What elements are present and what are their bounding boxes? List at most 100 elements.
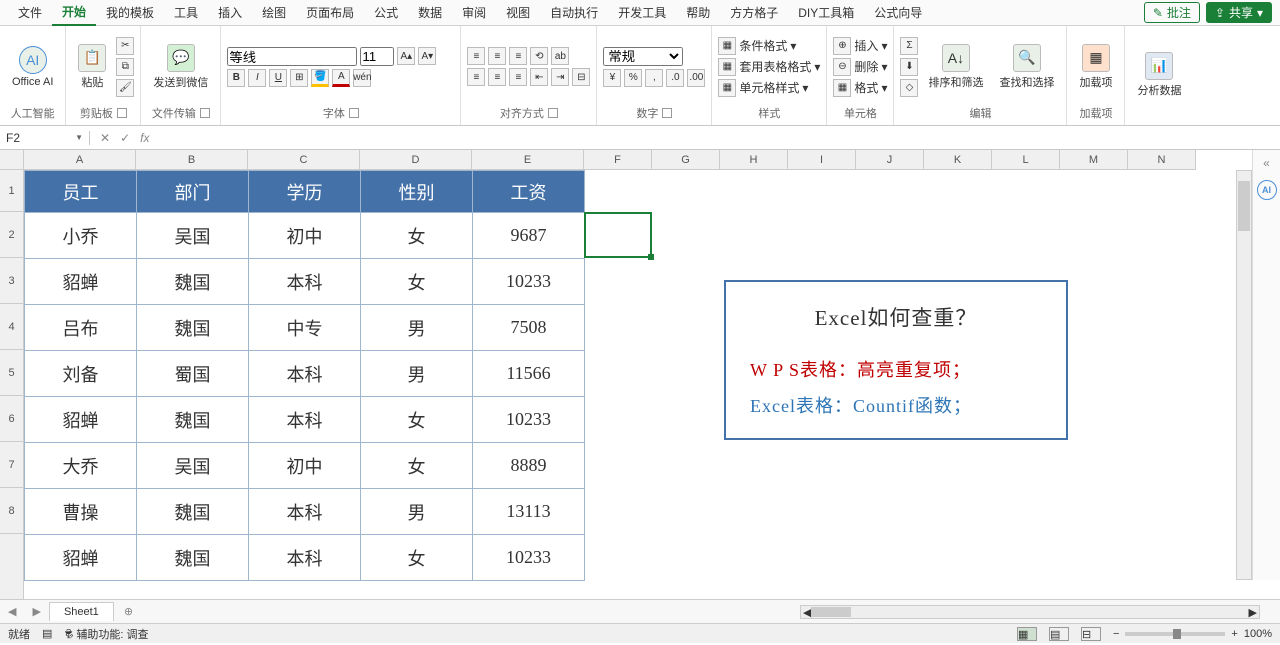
fill-handle[interactable] bbox=[648, 254, 654, 260]
zoom-control[interactable]: − + 100% bbox=[1113, 628, 1272, 640]
menu-automate[interactable]: 自动执行 bbox=[540, 0, 608, 25]
wechat-dialog-icon[interactable] bbox=[200, 108, 210, 118]
sheet-nav-next-icon[interactable]: ▶ bbox=[24, 605, 48, 618]
menu-home[interactable]: 开始 bbox=[52, 0, 96, 26]
table-row[interactable]: 小乔吴国初中女9687 bbox=[25, 213, 585, 259]
cut-icon[interactable]: ✂ bbox=[116, 37, 134, 55]
italic-icon[interactable]: I bbox=[248, 69, 266, 87]
accessibility-status[interactable]: 🕏 辅助功能: 调查 bbox=[64, 623, 148, 645]
cell[interactable]: 貂蝉 bbox=[25, 535, 137, 581]
cell[interactable]: 貂蝉 bbox=[25, 259, 137, 305]
menu-formulas[interactable]: 公式 bbox=[364, 0, 408, 25]
cell[interactable]: 男 bbox=[361, 305, 473, 351]
copy-icon[interactable]: ⧉ bbox=[116, 58, 134, 76]
row-header-3[interactable]: 3 bbox=[0, 258, 23, 304]
menu-data[interactable]: 数据 bbox=[408, 0, 452, 25]
addins-button[interactable]: ▦加载项 bbox=[1073, 42, 1118, 92]
menu-review[interactable]: 审阅 bbox=[452, 0, 496, 25]
sheet-tab[interactable]: Sheet1 bbox=[49, 602, 114, 621]
zoom-out-icon[interactable]: − bbox=[1113, 628, 1119, 640]
menu-mytemplate[interactable]: 我的模板 bbox=[96, 0, 164, 25]
cell[interactable]: 11566 bbox=[473, 351, 585, 397]
conditional-format-button[interactable]: ▦条件格式 ▾ bbox=[718, 37, 820, 55]
paste-button[interactable]: 📋粘贴 bbox=[72, 42, 112, 92]
phonetic-icon[interactable]: wén bbox=[353, 69, 371, 87]
workbook-stats-icon[interactable]: ▤ bbox=[42, 627, 52, 640]
menu-ffgz[interactable]: 方方格子 bbox=[720, 0, 788, 25]
sort-filter-button[interactable]: A↓排序和筛选 bbox=[922, 42, 989, 92]
col-header-N[interactable]: N bbox=[1128, 150, 1196, 170]
col-header-I[interactable]: I bbox=[788, 150, 856, 170]
autosum-icon[interactable]: Σ bbox=[900, 37, 918, 55]
row-header-1[interactable]: 1 bbox=[0, 170, 23, 212]
analyze-data-button[interactable]: 📊分析数据 bbox=[1131, 50, 1187, 100]
add-sheet-icon[interactable]: ⊕ bbox=[114, 605, 143, 618]
cell[interactable]: 初中 bbox=[249, 443, 361, 489]
increase-font-icon[interactable]: A▴ bbox=[397, 47, 415, 65]
align-left-icon[interactable]: ≡ bbox=[467, 68, 485, 86]
indent-inc-icon[interactable]: ⇥ bbox=[551, 68, 569, 86]
hscroll-thumb[interactable] bbox=[811, 607, 851, 617]
col-header-J[interactable]: J bbox=[856, 150, 924, 170]
cell[interactable]: 曹操 bbox=[25, 489, 137, 535]
delete-cells-button[interactable]: ⊖删除 ▾ bbox=[833, 58, 887, 76]
font-dialog-icon[interactable] bbox=[349, 108, 359, 118]
fx-icon[interactable]: fx bbox=[140, 131, 149, 145]
cell[interactable]: 女 bbox=[361, 443, 473, 489]
menu-draw[interactable]: 绘图 bbox=[252, 0, 296, 25]
col-header-L[interactable]: L bbox=[992, 150, 1060, 170]
align-bottom-icon[interactable]: ≡ bbox=[509, 47, 527, 65]
table-row[interactable]: 曹操魏国本科男13113 bbox=[25, 489, 585, 535]
cell-styles-button[interactable]: ▦单元格样式 ▾ bbox=[718, 79, 820, 97]
wrap-text-icon[interactable]: ab bbox=[551, 47, 569, 65]
share-button[interactable]: ⇪ 共享 ▾ bbox=[1206, 2, 1272, 23]
cell[interactable]: 吕布 bbox=[25, 305, 137, 351]
row-header-7[interactable]: 7 bbox=[0, 442, 23, 488]
row-header-8[interactable]: 8 bbox=[0, 488, 23, 534]
indent-dec-icon[interactable]: ⇤ bbox=[530, 68, 548, 86]
header-dept[interactable]: 部门 bbox=[137, 171, 249, 213]
cell[interactable]: 中专 bbox=[249, 305, 361, 351]
cell[interactable]: 本科 bbox=[249, 489, 361, 535]
namebox-dropdown-icon[interactable]: ▼ bbox=[75, 133, 83, 142]
header-edu[interactable]: 学历 bbox=[249, 171, 361, 213]
cell[interactable]: 7508 bbox=[473, 305, 585, 351]
col-header-M[interactable]: M bbox=[1060, 150, 1128, 170]
vertical-scrollbar[interactable] bbox=[1236, 170, 1252, 580]
fill-icon[interactable]: ⬇ bbox=[900, 58, 918, 76]
col-header-B[interactable]: B bbox=[136, 150, 248, 170]
col-header-A[interactable]: A bbox=[24, 150, 136, 170]
header-salary[interactable]: 工资 bbox=[473, 171, 585, 213]
decrease-font-icon[interactable]: A▾ bbox=[418, 47, 436, 65]
clear-icon[interactable]: ◇ bbox=[900, 79, 918, 97]
border-icon[interactable]: ⊞ bbox=[290, 69, 308, 87]
data-table[interactable]: 员工 部门 学历 性别 工资 小乔吴国初中女9687 貂蝉魏国本科女10233 吕布… bbox=[24, 170, 585, 581]
menu-diy[interactable]: DIY工具箱 bbox=[788, 0, 864, 25]
comma-icon[interactable]: , bbox=[645, 69, 663, 87]
cell[interactable]: 本科 bbox=[249, 351, 361, 397]
cell[interactable]: 男 bbox=[361, 489, 473, 535]
table-row[interactable]: 貂蝉魏国本科女10233 bbox=[25, 397, 585, 443]
table-row[interactable]: 刘备蜀国本科男11566 bbox=[25, 351, 585, 397]
format-cells-button[interactable]: ▦格式 ▾ bbox=[833, 79, 887, 97]
cell[interactable]: 貂蝉 bbox=[25, 397, 137, 443]
menu-insert[interactable]: 插入 bbox=[208, 0, 252, 25]
zoom-in-icon[interactable]: + bbox=[1231, 628, 1237, 640]
cell[interactable]: 大乔 bbox=[25, 443, 137, 489]
currency-icon[interactable]: ¥ bbox=[603, 69, 621, 87]
zoom-percent[interactable]: 100% bbox=[1244, 628, 1272, 640]
align-dialog-icon[interactable] bbox=[548, 108, 558, 118]
cell[interactable]: 10233 bbox=[473, 535, 585, 581]
header-gender[interactable]: 性别 bbox=[361, 171, 473, 213]
number-format-select[interactable]: 常规 bbox=[603, 47, 683, 66]
insert-cells-button[interactable]: ⊕插入 ▾ bbox=[833, 37, 887, 55]
page-layout-view-icon[interactable]: ▤ bbox=[1049, 627, 1069, 641]
collapse-panel-icon[interactable]: « bbox=[1263, 156, 1270, 170]
comment-button[interactable]: ✎ 批注 bbox=[1144, 2, 1200, 23]
col-header-H[interactable]: H bbox=[720, 150, 788, 170]
merge-icon[interactable]: ⊟ bbox=[572, 68, 590, 86]
orientation-icon[interactable]: ⟲ bbox=[530, 47, 548, 65]
col-header-D[interactable]: D bbox=[360, 150, 472, 170]
select-all-corner[interactable] bbox=[0, 150, 23, 170]
header-employee[interactable]: 员工 bbox=[25, 171, 137, 213]
